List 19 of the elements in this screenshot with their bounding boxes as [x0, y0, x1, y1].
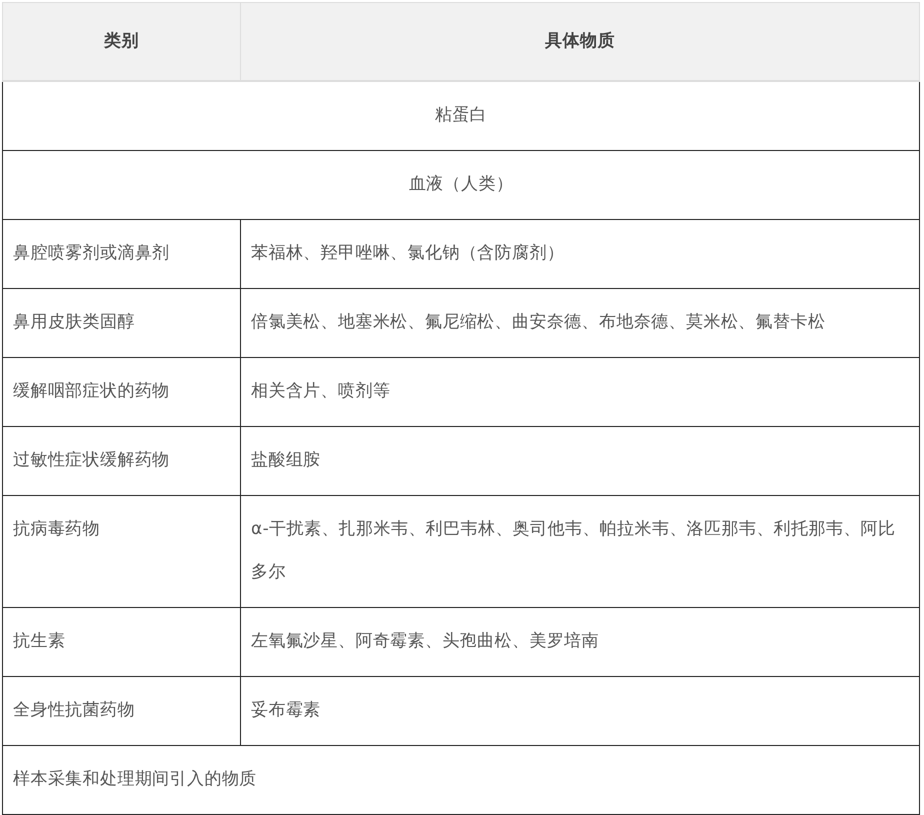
table-cell: 抗生素 [2, 608, 240, 676]
table-cell: 粘蛋白 [2, 81, 920, 150]
table-cell: 鼻用皮肤类固醇 [2, 288, 240, 358]
table-cell: 妥布霉素 [240, 676, 920, 746]
table-cell: α-干扰素、扎那米韦、利巴韦林、奥司他韦、帕拉米韦、洛匹那韦、利托那韦、阿比多尔 [240, 496, 920, 608]
table-cell: 苯福林、羟甲唑啉、氯化钠（含防腐剂） [240, 220, 920, 288]
table-cell: 全身性抗菌药物 [2, 676, 240, 746]
table-cell: 缓解咽部症状的药物 [2, 358, 240, 426]
table-cell: 左氧氟沙星、阿奇霉素、头孢曲松、美罗培南 [240, 608, 920, 676]
table-cell: 鼻腔喷雾剂或滴鼻剂 [2, 220, 240, 288]
column-header: 具体物质 [240, 2, 920, 81]
table-cell: 相关含片、喷剂等 [240, 358, 920, 426]
table-cell: 盐酸组胺 [240, 426, 920, 496]
table-cell: 样本采集和处理期间引入的物质 [2, 746, 920, 814]
table-cell: 过敏性症状缓解药物 [2, 426, 240, 496]
column-header: 类别 [2, 2, 240, 81]
table-cell: 倍氯美松、地塞米松、氟尼缩松、曲安奈德、布地奈德、莫米松、氟替卡松 [240, 288, 920, 358]
table-cell: 血液（人类） [2, 150, 920, 220]
table-cell: 抗病毒药物 [2, 496, 240, 608]
